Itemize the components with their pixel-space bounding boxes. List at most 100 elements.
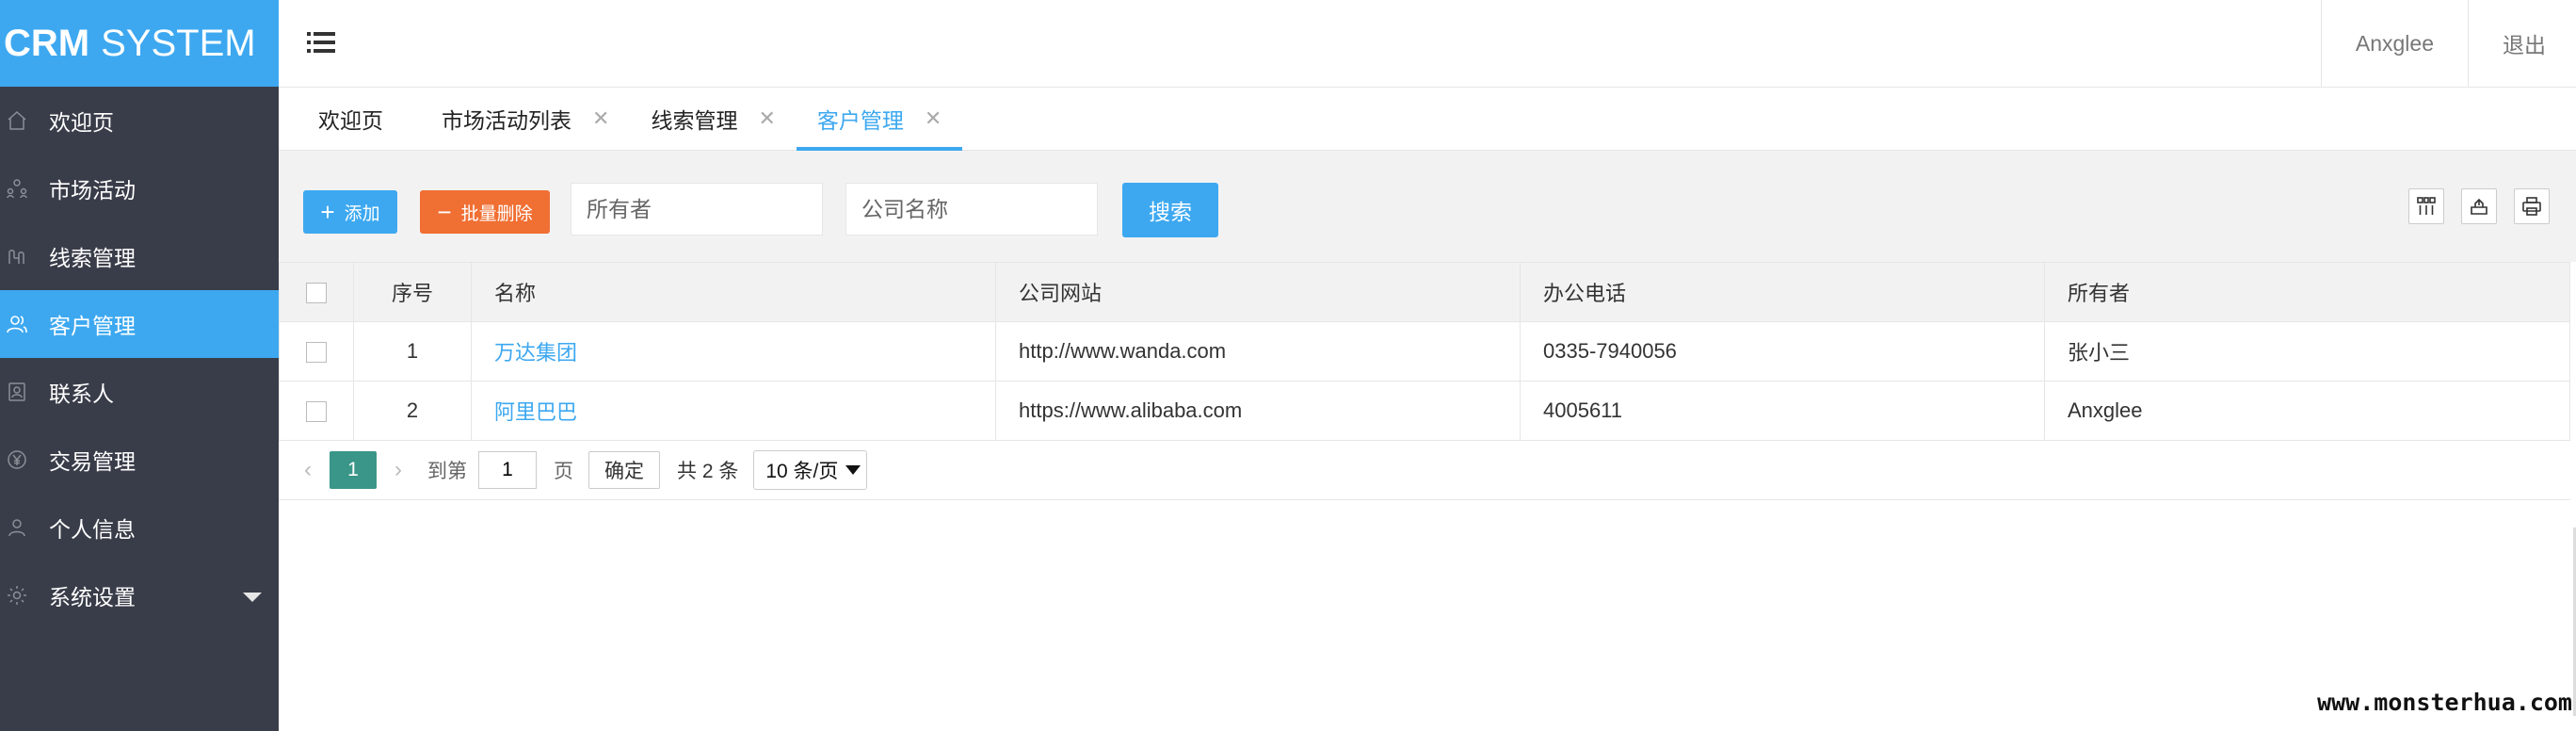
customer-name-link[interactable]: 阿里巴巴 (494, 400, 577, 424)
cell-no: 2 (353, 381, 472, 441)
app-logo[interactable]: CRM SYSTEM (0, 0, 279, 87)
table-header-row: 序号 名称 公司网站 办公电话 所有者 (279, 262, 2570, 322)
cell-owner: 张小三 (2044, 321, 2570, 382)
tab-label: 欢迎页 (318, 108, 383, 133)
export-icon[interactable] (2461, 188, 2497, 224)
page-size-select[interactable]: 10 条/页 (753, 450, 868, 490)
sidebar: CRM SYSTEM 欢迎页 市场活动 线索管理 客户管理 联系人 交易管理 个… (0, 0, 279, 731)
tab-customers[interactable]: 客户管理 ✕ (796, 88, 963, 151)
watermark: www.monsterhua.com (2317, 689, 2572, 716)
row-checkbox[interactable] (306, 401, 327, 423)
col-header-phone: 办公电话 (1520, 262, 2045, 322)
logo-rest: SYSTEM (101, 22, 256, 64)
gear-icon (6, 584, 28, 607)
sidebar-item-label: 欢迎页 (49, 110, 114, 135)
sidebar-item-clues[interactable]: 线索管理 (0, 222, 279, 290)
sidebar-item-profile[interactable]: 个人信息 (0, 494, 279, 561)
cell-phone: 4005611 (1520, 381, 2045, 441)
row-checkbox-cell (279, 381, 354, 441)
close-icon[interactable]: ✕ (592, 106, 609, 131)
chevron-down-icon[interactable] (243, 593, 262, 602)
prev-page-icon[interactable]: ‹ (292, 457, 324, 483)
current-user[interactable]: Anxglee (2320, 0, 2468, 87)
add-button[interactable]: + 添加 (303, 190, 397, 234)
sidebar-item-transactions[interactable]: 交易管理 (0, 426, 279, 494)
clue-icon (6, 245, 28, 268)
close-icon[interactable]: ✕ (758, 106, 775, 131)
cell-name: 万达集团 (471, 321, 996, 382)
person-icon (6, 516, 28, 539)
minus-icon: − (437, 198, 452, 226)
user-icon (6, 313, 28, 335)
company-name-input[interactable] (845, 183, 1098, 236)
table-row: 2 阿里巴巴 https://www.alibaba.com 4005611 A… (279, 381, 2570, 441)
current-page[interactable]: 1 (330, 451, 377, 489)
tab-label: 市场活动列表 (442, 108, 572, 133)
logout-link[interactable]: 退出 (2468, 0, 2576, 87)
tab-label: 客户管理 (816, 108, 904, 133)
next-page-icon[interactable]: › (382, 457, 414, 483)
menu-toggle-icon[interactable] (307, 28, 335, 57)
customer-table: 序号 名称 公司网站 办公电话 所有者 1 万达集团 http://www.wa… (279, 262, 2570, 441)
goto-page-input[interactable] (478, 451, 537, 489)
sidebar-item-label: 客户管理 (49, 314, 136, 338)
sidebar-item-label: 联系人 (49, 382, 114, 406)
search-button[interactable]: 搜索 (1122, 183, 1218, 237)
tab-marketing-list[interactable]: 市场活动列表 ✕ (421, 88, 630, 150)
col-header-website: 公司网站 (995, 262, 1521, 322)
plus-icon: + (320, 198, 335, 226)
main-content: + 添加 − 批量删除 搜索 序号 名称 公司网站 办公电话 所有 (279, 151, 2576, 731)
logo-bold: CRM (4, 22, 90, 64)
sidebar-item-marketing[interactable]: 市场活动 (0, 154, 279, 222)
columns-filter-icon[interactable] (2408, 188, 2444, 224)
print-icon[interactable] (2514, 188, 2550, 224)
chevron-down-icon (845, 465, 861, 475)
sidebar-item-label: 系统设置 (49, 585, 136, 609)
sidebar-menu: 欢迎页 市场活动 线索管理 客户管理 联系人 交易管理 个人信息 系统设置 (0, 87, 279, 629)
tab-welcome[interactable]: 欢迎页 (279, 88, 421, 150)
sidebar-item-label: 交易管理 (49, 449, 136, 474)
goto-label: 到第 (427, 461, 467, 482)
currency-icon (6, 448, 28, 471)
cell-owner: Anxglee (2044, 381, 2570, 441)
search-toolbar: + 添加 − 批量删除 搜索 (279, 151, 2576, 262)
tab-clues[interactable]: 线索管理 ✕ (630, 88, 796, 150)
row-checkbox[interactable] (306, 342, 327, 364)
sidebar-item-label: 市场活动 (49, 178, 136, 203)
cell-name: 阿里巴巴 (471, 381, 996, 441)
pagination: ‹ 1 › 到第 页 确定 共 2 条 10 条/页 (279, 441, 2570, 500)
contact-card-icon (6, 381, 28, 403)
users-group-icon (6, 177, 28, 200)
total-count: 共 2 条 (677, 461, 739, 482)
sidebar-item-settings[interactable]: 系统设置 (0, 561, 279, 629)
goto-confirm-button[interactable]: 确定 (588, 451, 660, 489)
sidebar-item-welcome[interactable]: 欢迎页 (0, 87, 279, 154)
select-all-cell (279, 262, 354, 322)
batch-delete-label: 批量删除 (460, 203, 533, 224)
owner-input[interactable] (571, 183, 823, 236)
sidebar-item-customers[interactable]: 客户管理 (0, 290, 279, 358)
home-icon (6, 109, 28, 132)
tab-label: 线索管理 (651, 108, 738, 133)
col-header-no: 序号 (353, 262, 472, 322)
customer-name-link[interactable]: 万达集团 (494, 341, 577, 365)
close-icon[interactable]: ✕ (925, 106, 942, 131)
cell-website: http://www.wanda.com (995, 321, 1521, 382)
batch-delete-button[interactable]: − 批量删除 (420, 190, 550, 234)
header-right: Anxglee 退出 (2320, 0, 2576, 87)
table-row: 1 万达集团 http://www.wanda.com 0335-7940056… (279, 321, 2570, 382)
cell-no: 1 (353, 321, 472, 382)
sidebar-item-label: 个人信息 (49, 517, 136, 542)
cell-phone: 0335-7940056 (1520, 321, 2045, 382)
sidebar-item-label: 线索管理 (49, 246, 136, 270)
top-header: Anxglee 退出 (279, 0, 2576, 88)
page-tabs: 欢迎页 市场活动列表 ✕ 线索管理 ✕ 客户管理 ✕ (279, 88, 2576, 151)
page-size-value: 10 条/页 (765, 461, 839, 482)
row-checkbox-cell (279, 321, 354, 382)
cell-website: https://www.alibaba.com (995, 381, 1521, 441)
sidebar-item-contacts[interactable]: 联系人 (0, 358, 279, 426)
add-button-label: 添加 (344, 203, 380, 224)
page-unit-label: 页 (554, 461, 573, 482)
select-all-checkbox[interactable] (306, 283, 327, 304)
col-header-name: 名称 (471, 262, 996, 322)
